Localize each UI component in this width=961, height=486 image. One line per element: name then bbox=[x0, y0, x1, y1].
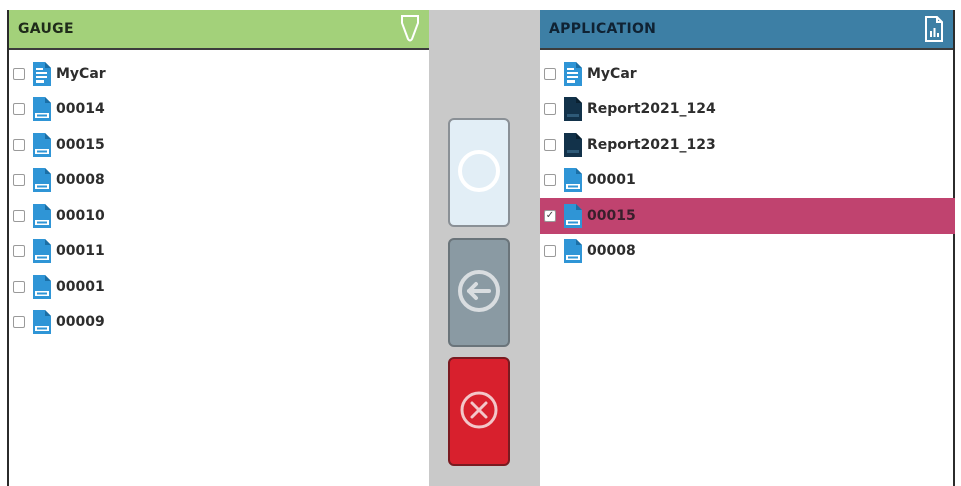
left-list-item[interactable]: 00014 bbox=[9, 92, 429, 128]
file-transfer-window: GAUGE MyCar 00014 00015 00008 00010 00011 0000… bbox=[0, 0, 961, 486]
transfer-controls bbox=[429, 10, 540, 486]
item-checkbox[interactable] bbox=[13, 103, 25, 116]
right-list-item[interactable]: Report2021_123 bbox=[540, 127, 953, 163]
item-label: 00015 bbox=[56, 136, 105, 153]
right-list-item[interactable]: ✓ 00015 bbox=[540, 198, 955, 234]
item-checkbox[interactable]: ✓ bbox=[544, 209, 556, 222]
left-list-item[interactable]: 00009 bbox=[9, 305, 429, 341]
gauge-probe-icon bbox=[399, 14, 421, 44]
report-file-icon bbox=[563, 96, 583, 122]
item-checkbox[interactable] bbox=[544, 138, 556, 151]
job-file-icon bbox=[32, 238, 52, 264]
add-button[interactable] bbox=[448, 118, 510, 227]
job-file-icon bbox=[32, 96, 52, 122]
item-checkbox[interactable] bbox=[13, 174, 25, 187]
job-file-icon bbox=[563, 238, 583, 264]
item-label: 00001 bbox=[587, 172, 636, 189]
item-label: MyCar bbox=[56, 65, 106, 82]
item-checkbox[interactable] bbox=[544, 245, 556, 258]
left-list-item[interactable]: 00001 bbox=[9, 269, 429, 305]
gauge-panel-title: GAUGE bbox=[18, 21, 74, 37]
right-list-item[interactable]: Report2021_124 bbox=[540, 92, 953, 128]
item-checkbox[interactable] bbox=[13, 138, 25, 151]
move-back-button[interactable] bbox=[448, 238, 510, 347]
item-checkbox[interactable] bbox=[544, 174, 556, 187]
left-list-item[interactable]: MyCar bbox=[9, 56, 429, 92]
application-panel-header: APPLICATION bbox=[540, 10, 953, 50]
item-checkbox[interactable] bbox=[544, 67, 556, 80]
item-label: 00008 bbox=[587, 243, 636, 260]
cancel-button[interactable] bbox=[448, 357, 510, 466]
job-file-icon bbox=[32, 274, 52, 300]
item-checkbox[interactable] bbox=[13, 67, 25, 80]
gauge-file-list: MyCar 00014 00015 00008 00010 00011 00001 00009 bbox=[9, 50, 429, 340]
job-file-icon bbox=[32, 167, 52, 193]
item-label: 00010 bbox=[56, 207, 105, 224]
folder-file-icon bbox=[32, 61, 52, 87]
item-checkbox[interactable] bbox=[544, 103, 556, 116]
job-file-icon bbox=[32, 203, 52, 229]
item-label: 00009 bbox=[56, 314, 105, 331]
item-checkbox[interactable] bbox=[13, 209, 25, 222]
right-list-item[interactable]: 00008 bbox=[540, 234, 953, 270]
item-label: 00011 bbox=[56, 243, 105, 260]
left-list-item[interactable]: 00015 bbox=[9, 127, 429, 163]
item-checkbox[interactable] bbox=[13, 280, 25, 293]
report-document-icon bbox=[923, 14, 945, 44]
right-list-item[interactable]: 00001 bbox=[540, 163, 953, 199]
item-label: 00008 bbox=[56, 172, 105, 189]
job-file-icon bbox=[563, 203, 583, 229]
item-checkbox[interactable] bbox=[13, 245, 25, 258]
left-list-item[interactable]: 00010 bbox=[9, 198, 429, 234]
left-list-item[interactable]: 00011 bbox=[9, 234, 429, 270]
item-label: 00014 bbox=[56, 101, 105, 118]
job-file-icon bbox=[32, 132, 52, 158]
job-file-icon bbox=[32, 309, 52, 335]
arrow-left-circle-icon bbox=[456, 268, 502, 318]
item-label: Report2021_124 bbox=[587, 101, 716, 118]
left-list-item[interactable]: 00008 bbox=[9, 163, 429, 199]
item-label: Report2021_123 bbox=[587, 136, 716, 153]
folder-file-icon bbox=[563, 61, 583, 87]
gauge-panel: GAUGE MyCar 00014 00015 00008 00010 00011 0000… bbox=[7, 10, 429, 486]
report-file-icon bbox=[563, 132, 583, 158]
circle-icon bbox=[456, 148, 502, 198]
application-file-list: MyCar Report2021_124 Report2021_123 00001 ✓ 0… bbox=[540, 50, 955, 270]
application-panel: APPLICATION MyCar Report2021_124 Report202… bbox=[540, 10, 955, 486]
right-list-item[interactable]: MyCar bbox=[540, 56, 953, 92]
job-file-icon bbox=[563, 167, 583, 193]
item-label: 00001 bbox=[56, 278, 105, 295]
item-checkbox[interactable] bbox=[13, 316, 25, 329]
item-label: MyCar bbox=[587, 65, 637, 82]
application-panel-title: APPLICATION bbox=[549, 21, 657, 37]
item-label: 00015 bbox=[587, 207, 636, 224]
gauge-panel-header: GAUGE bbox=[9, 10, 429, 50]
close-circle-icon bbox=[456, 387, 502, 437]
